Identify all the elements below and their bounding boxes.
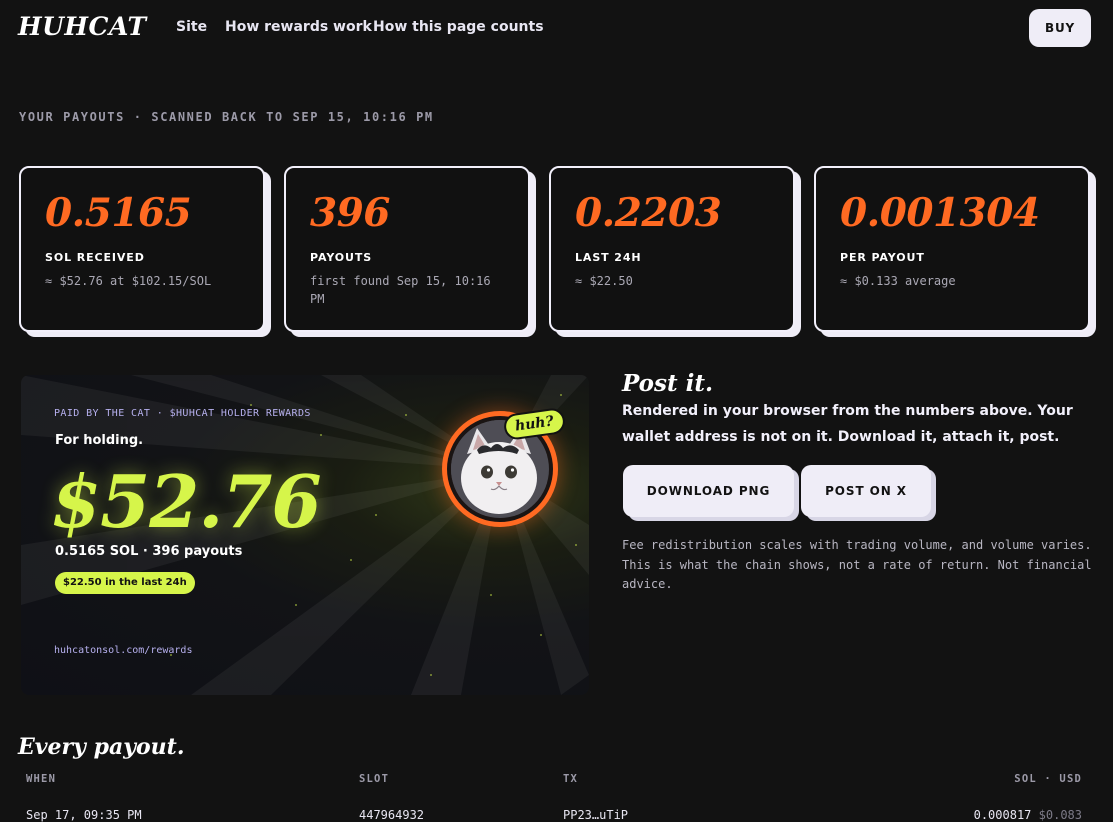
- stat-value: 0.001304: [840, 190, 1040, 236]
- row-usd: $0.083: [1038, 808, 1082, 822]
- column-header-slot: SLOT: [359, 773, 390, 785]
- stat-sub: first found Sep 15, 10:16 PM: [310, 274, 491, 306]
- card-sol-line: 0.5165 SOL · 396 payouts: [55, 544, 243, 559]
- row-sol: 0.000817: [973, 808, 1032, 822]
- column-header-amount: SOL · USD: [1014, 773, 1082, 785]
- stat-label: PER PAYOUT: [840, 251, 925, 264]
- payouts-table-title: Every payout.: [18, 734, 185, 760]
- column-header-when: WHEN: [26, 773, 57, 785]
- top-nav: HUHCAT Site How rewards work How this pa…: [0, 0, 1113, 56]
- nav-link-how-rewards-work[interactable]: How rewards work: [225, 19, 372, 35]
- stat-label: LAST 24H: [575, 251, 642, 264]
- card-kicker: PAID BY THE CAT · $HUHCAT HOLDER REWARDS: [54, 408, 311, 419]
- stat-label: SOL RECEIVED: [45, 251, 145, 264]
- card-url: huhcatonsol.com/rewards: [54, 645, 193, 656]
- stat-card-last-24h: 0.2203 LAST 24H ≈ $22.50: [549, 166, 795, 332]
- stat-sub: ≈ $0.133 average: [840, 274, 956, 288]
- stat-card-per-payout: 0.001304 PER PAYOUT ≈ $0.133 average: [814, 166, 1090, 332]
- site-logo[interactable]: HUHCAT: [18, 12, 147, 41]
- post-it-description: Rendered in your browser from the number…: [622, 403, 1073, 445]
- disclaimer-note: Fee redistribution scales with trading v…: [622, 538, 1092, 591]
- card-holding-text: For holding.: [55, 433, 144, 448]
- row-slot: 447964932: [359, 808, 425, 822]
- stat-label: PAYOUTS: [310, 251, 373, 264]
- stat-sub: ≈ $52.76 at $102.15/SOL: [45, 274, 212, 288]
- post-on-x-button[interactable]: POST ON X: [801, 465, 931, 517]
- nav-link-how-this-page-counts[interactable]: How this page counts: [373, 19, 544, 35]
- stat-value: 0.5165: [45, 190, 192, 236]
- card-24h-pill: $22.50 in the last 24h: [55, 572, 195, 594]
- share-card-preview: PAID BY THE CAT · $HUHCAT HOLDER REWARDS…: [21, 375, 589, 695]
- post-it-heading: Post it.: [622, 370, 713, 397]
- row-tx-link[interactable]: PP23…uTiP: [563, 808, 628, 822]
- stat-value: 0.2203: [575, 190, 722, 236]
- nav-link-site[interactable]: Site: [176, 19, 207, 35]
- stat-card-payouts: 396 PAYOUTS first found Sep 15, 10:16 PM: [284, 166, 530, 332]
- stat-sub: ≈ $22.50: [575, 274, 633, 288]
- stat-value: 396: [310, 190, 390, 236]
- scan-status: YOUR PAYOUTS · SCANNED BACK TO SEP 15, 1…: [19, 110, 434, 124]
- download-png-button[interactable]: DOWNLOAD PNG: [623, 465, 794, 517]
- card-amount: $52.76: [51, 459, 322, 544]
- buy-button[interactable]: BUY: [1029, 9, 1091, 47]
- row-when: Sep 17, 09:35 PM: [26, 808, 142, 822]
- column-header-tx: TX: [563, 773, 579, 785]
- row-amount: 0.000817 $0.083: [974, 808, 1082, 822]
- stat-card-sol-received: 0.5165 SOL RECEIVED ≈ $52.76 at $102.15/…: [19, 166, 265, 332]
